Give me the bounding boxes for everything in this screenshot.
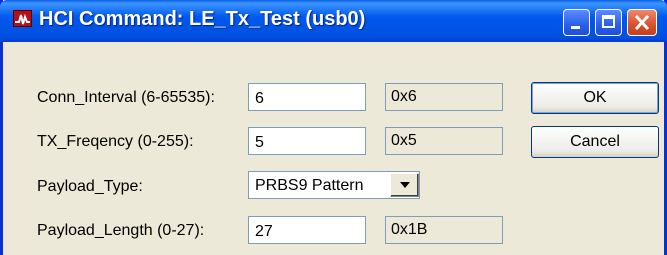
tx-frequency-hex: 0x5 — [385, 127, 503, 155]
minimize-button[interactable] — [563, 9, 590, 36]
payload-type-dropdown-button[interactable] — [390, 173, 419, 197]
conn-interval-input[interactable] — [248, 83, 366, 111]
app-icon[interactable] — [13, 10, 32, 27]
payload-length-input[interactable] — [248, 216, 366, 244]
ok-button[interactable]: OK — [531, 82, 659, 114]
dialog-window: HCI Command: LE_Tx_Test (usb0) Conn_Inte… — [0, 0, 667, 255]
conn-interval-label: Conn_Interval (6-65535): — [37, 89, 215, 106]
payload-type-value: PRBS9 Pattern — [255, 177, 364, 194]
close-icon — [634, 14, 650, 31]
close-button[interactable] — [627, 9, 657, 36]
payload-type-label: Payload_Type: — [37, 178, 143, 195]
conn-interval-hex: 0x6 — [385, 83, 503, 111]
cancel-button[interactable]: Cancel — [531, 126, 659, 158]
maximize-button[interactable] — [595, 9, 622, 36]
payload-length-label: Payload_Length (0-27): — [37, 222, 205, 239]
maximize-icon — [602, 15, 615, 28]
payload-length-hex: 0x1B — [385, 216, 503, 244]
title-bar[interactable]: HCI Command: LE_Tx_Test (usb0) — [0, 0, 667, 42]
window-title: HCI Command: LE_Tx_Test (usb0) — [39, 8, 366, 30]
payload-type-select[interactable]: PRBS9 Pattern — [248, 171, 420, 199]
chevron-down-icon — [400, 182, 410, 188]
tx-frequency-label: TX_Freqency (0-255): — [37, 133, 194, 150]
tx-frequency-input[interactable] — [248, 127, 366, 155]
minimize-icon — [571, 26, 580, 29]
